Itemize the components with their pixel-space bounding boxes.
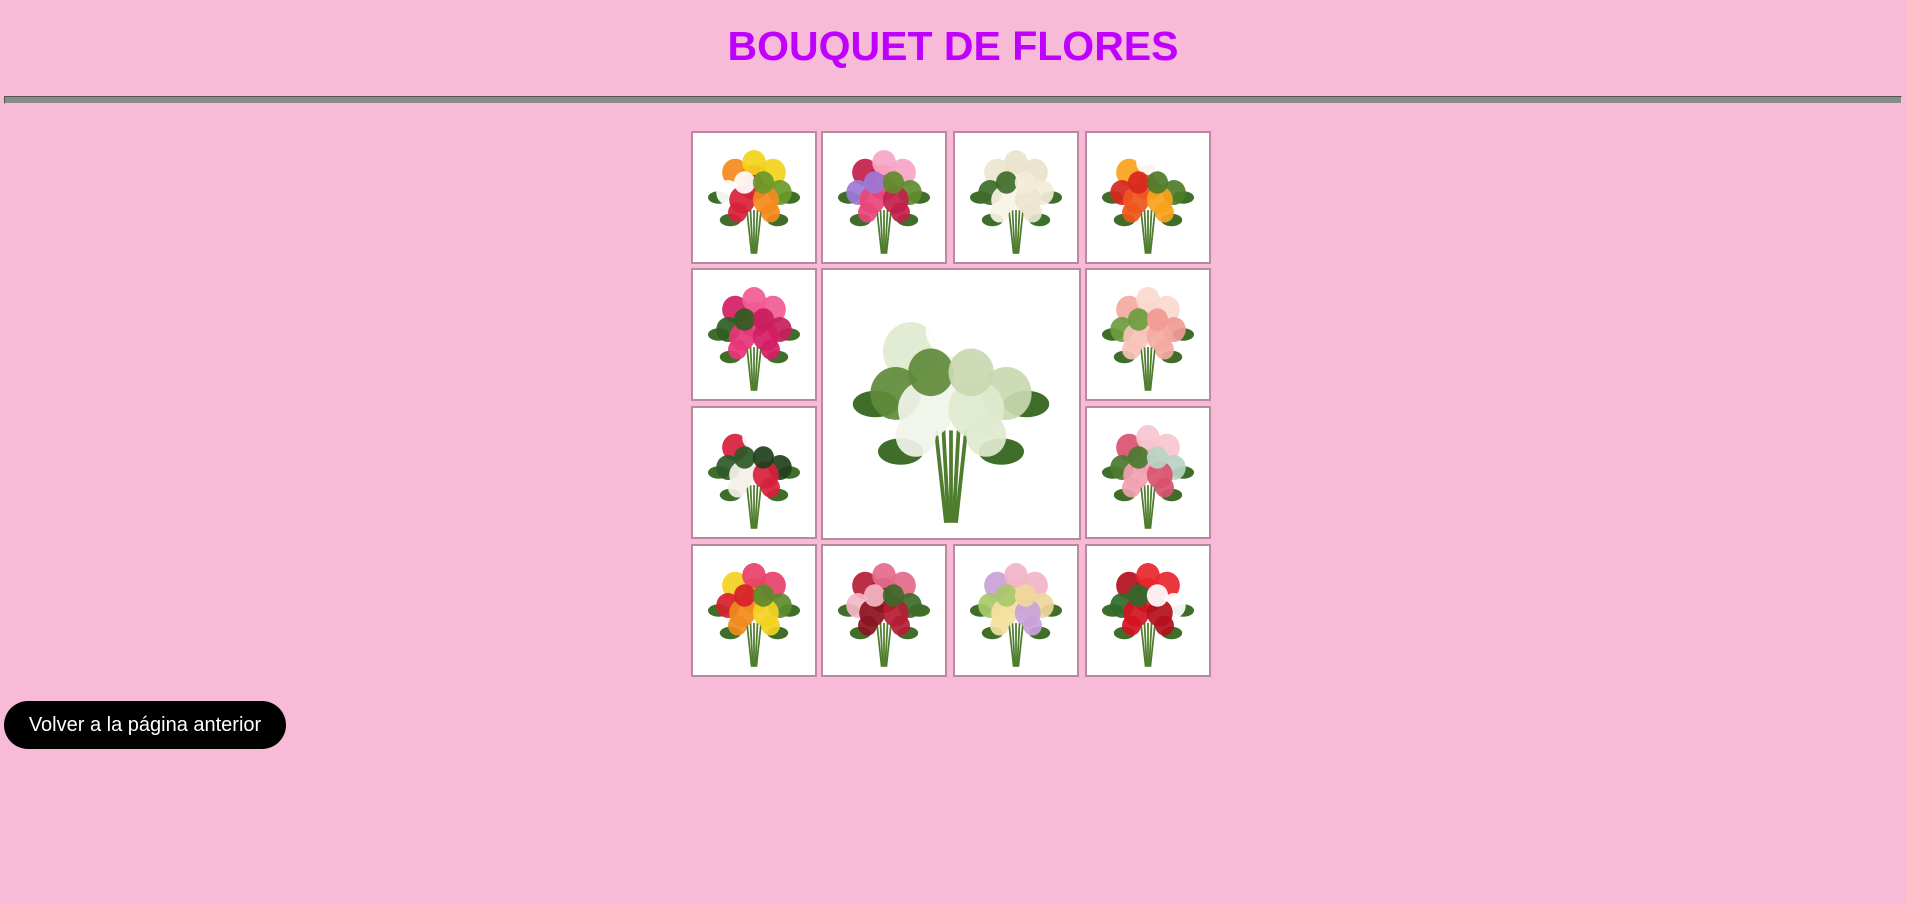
- gerbera-bouquet-image: [1089, 135, 1207, 260]
- page-title: BOUQUET DE FLORES: [727, 23, 1179, 69]
- gallery-cell[interactable]: [691, 131, 817, 264]
- pink-lilies-bouquet-image: [825, 135, 943, 260]
- pastel-flowers-arrangement-image: [957, 548, 1075, 673]
- dark-red-roses-bouquet-image: [825, 548, 943, 673]
- gallery-cell[interactable]: [691, 544, 817, 677]
- gallery-cell[interactable]: [821, 131, 947, 264]
- gallery-cell[interactable]: [953, 544, 1079, 677]
- gallery-cell[interactable]: [1085, 544, 1211, 677]
- red-white-roses-bouquet-image: [695, 410, 813, 535]
- pink-roses-vase-image: [1089, 410, 1207, 535]
- gallery-cell[interactable]: [691, 406, 817, 539]
- peach-roses-bouquet-image: [1089, 272, 1207, 397]
- gallery-cell[interactable]: [1085, 131, 1211, 264]
- horizontal-divider: [4, 96, 1902, 104]
- gallery-cell[interactable]: [1085, 406, 1211, 539]
- flower-gallery: [687, 127, 1215, 681]
- mixed-roses-bouquet-image: [695, 135, 813, 260]
- gallery-cell[interactable]: [691, 268, 817, 401]
- red-roses-bouquet-image: [1089, 548, 1207, 673]
- back-button[interactable]: Volver a la página anterior: [4, 701, 286, 749]
- pink-roses-bouquet-image: [695, 272, 813, 397]
- gallery-cell[interactable]: [1085, 268, 1211, 401]
- gallery-cell[interactable]: [953, 131, 1079, 264]
- white-lilies-gerbera-bouquet-image: [825, 272, 1077, 536]
- gallery-cell[interactable]: [821, 544, 947, 677]
- gallery-cell-featured[interactable]: [821, 268, 1081, 540]
- page: BOUQUET DE FLORES Volver a la página ant…: [0, 0, 1906, 904]
- colorful-roses-vase-image: [695, 548, 813, 673]
- white-roses-bouquet-image: [957, 135, 1075, 260]
